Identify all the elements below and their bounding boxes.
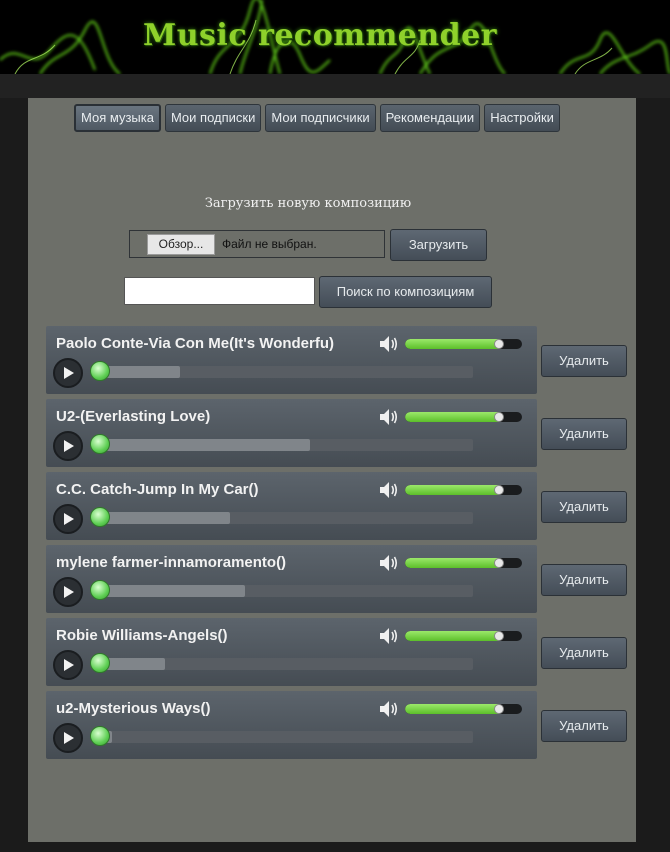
- track-title: mylene farmer-innamoramento(): [56, 554, 287, 571]
- search-input[interactable]: [124, 277, 315, 305]
- volume-handle[interactable]: [493, 558, 504, 568]
- track-title: U2-(Everlasting Love): [56, 408, 211, 425]
- search-button[interactable]: Поиск по композициям: [319, 276, 492, 308]
- seek-progress: [93, 512, 230, 524]
- speaker-icon[interactable]: [379, 700, 399, 718]
- track-row: U2-(Everlasting Love): [46, 399, 537, 467]
- speaker-icon[interactable]: [379, 627, 399, 645]
- seek-bar[interactable]: [93, 366, 473, 378]
- volume-slider[interactable]: [405, 485, 522, 495]
- speaker-icon[interactable]: [379, 335, 399, 353]
- volume-handle[interactable]: [493, 485, 504, 495]
- play-icon: [64, 513, 74, 525]
- seek-handle[interactable]: [90, 507, 110, 527]
- track-row: Paolo Conte-Via Con Me(It's Wonderfu): [46, 326, 537, 394]
- seek-bar[interactable]: [93, 731, 473, 743]
- tab-recommendations[interactable]: Рекомендации: [379, 104, 481, 132]
- tab-my-music[interactable]: Моя музыка: [74, 104, 161, 132]
- volume-fill: [405, 412, 499, 422]
- seek-bar[interactable]: [93, 658, 473, 670]
- volume-fill: [405, 558, 499, 568]
- delete-button[interactable]: Удалить: [541, 418, 627, 450]
- file-input[interactable]: Обзор... Файл не выбран.: [129, 230, 385, 258]
- file-status: Файл не выбран.: [222, 237, 317, 251]
- play-icon: [64, 440, 74, 452]
- seek-handle[interactable]: [90, 361, 110, 381]
- volume-slider[interactable]: [405, 704, 522, 714]
- upload-label: Загрузить новую композицию: [204, 196, 412, 211]
- play-icon: [64, 659, 74, 671]
- volume-slider[interactable]: [405, 631, 522, 641]
- volume-slider[interactable]: [405, 412, 522, 422]
- seek-handle[interactable]: [90, 580, 110, 600]
- speaker-icon[interactable]: [379, 554, 399, 572]
- track-title: C.C. Catch-Jump In My Car(): [56, 481, 259, 498]
- seek-bar[interactable]: [93, 512, 473, 524]
- delete-button[interactable]: Удалить: [541, 491, 627, 523]
- main-panel: Моя музыка Мои подписки Мои подписчики Р…: [28, 98, 636, 842]
- nav-tabs: Моя музыка Мои подписки Мои подписчики Р…: [74, 104, 560, 132]
- header-band: [0, 74, 670, 98]
- play-icon: [64, 367, 74, 379]
- delete-button[interactable]: Удалить: [541, 637, 627, 669]
- track-title: Paolo Conte-Via Con Me(It's Wonderfu): [56, 335, 335, 352]
- volume-handle[interactable]: [493, 412, 504, 422]
- upload-button[interactable]: Загрузить: [390, 229, 487, 261]
- speaker-icon[interactable]: [379, 408, 399, 426]
- play-button[interactable]: [53, 723, 83, 753]
- track-title: Robie Williams-Angels(): [56, 627, 228, 644]
- seek-progress: [93, 439, 310, 451]
- volume-handle[interactable]: [493, 631, 504, 641]
- browse-button[interactable]: Обзор...: [147, 234, 215, 255]
- play-button[interactable]: [53, 504, 83, 534]
- volume-fill: [405, 631, 499, 641]
- seek-progress: [93, 585, 245, 597]
- volume-slider[interactable]: [405, 558, 522, 568]
- volume-fill: [405, 485, 499, 495]
- delete-button[interactable]: Удалить: [541, 710, 627, 742]
- speaker-icon[interactable]: [379, 481, 399, 499]
- site-title: Music recommender: [143, 18, 497, 53]
- tab-my-subscribers[interactable]: Мои подписчики: [265, 104, 376, 132]
- play-button[interactable]: [53, 431, 83, 461]
- volume-fill: [405, 704, 499, 714]
- play-icon: [64, 586, 74, 598]
- delete-button[interactable]: Удалить: [541, 564, 627, 596]
- site-header: Music recommender: [0, 0, 670, 74]
- play-button[interactable]: [53, 650, 83, 680]
- tab-my-subscriptions[interactable]: Мои подписки: [164, 104, 262, 132]
- volume-handle[interactable]: [493, 704, 504, 714]
- volume-fill: [405, 339, 499, 349]
- track-row: mylene farmer-innamoramento(): [46, 545, 537, 613]
- volume-handle[interactable]: [493, 339, 504, 349]
- seek-bar[interactable]: [93, 585, 473, 597]
- seek-handle[interactable]: [90, 653, 110, 673]
- seek-handle[interactable]: [90, 726, 110, 746]
- track-title: u2-Mysterious Ways(): [56, 700, 211, 717]
- play-button[interactable]: [53, 358, 83, 388]
- play-icon: [64, 732, 74, 744]
- track-row: u2-Mysterious Ways(): [46, 691, 537, 759]
- play-button[interactable]: [53, 577, 83, 607]
- seek-handle[interactable]: [90, 434, 110, 454]
- seek-bar[interactable]: [93, 439, 473, 451]
- volume-slider[interactable]: [405, 339, 522, 349]
- tab-settings[interactable]: Настройки: [484, 104, 560, 132]
- delete-button[interactable]: Удалить: [541, 345, 627, 377]
- track-row: C.C. Catch-Jump In My Car(): [46, 472, 537, 540]
- track-row: Robie Williams-Angels(): [46, 618, 537, 686]
